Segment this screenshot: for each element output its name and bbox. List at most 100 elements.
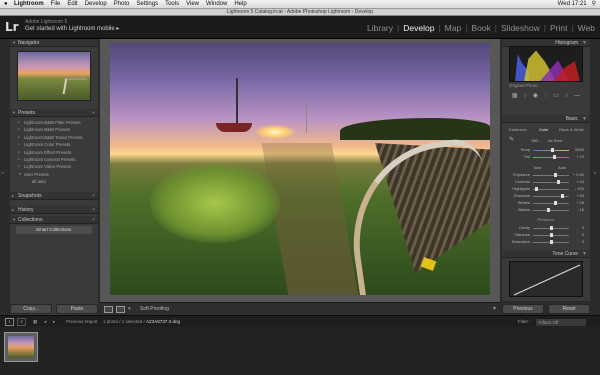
preset-item[interactable]: all auto	[10, 178, 98, 185]
slider-track[interactable]	[533, 201, 569, 205]
slider-value[interactable]: - 16	[572, 207, 584, 213]
original-photo-label[interactable]: Original Photo	[509, 83, 538, 88]
slider-knob[interactable]	[551, 148, 554, 152]
slider-knob[interactable]	[534, 187, 538, 191]
slider-knob[interactable]	[554, 201, 558, 205]
module-map[interactable]: Map	[445, 23, 462, 33]
module-print[interactable]: Print	[550, 23, 567, 33]
preset-folder[interactable]: ▼ User Presets	[10, 171, 98, 178]
slider-row[interactable]: Vibrance 0	[508, 232, 584, 238]
eyedropper-icon[interactable]: ✎	[509, 137, 514, 143]
slider-knob[interactable]	[554, 173, 558, 177]
slider-knob[interactable]	[550, 226, 553, 230]
snapshots-header[interactable]: ▸ Snapshots +	[10, 191, 98, 200]
spot-removal-icon[interactable]: ◉	[533, 92, 538, 99]
temp-slider[interactable]: Temp 5500	[508, 147, 584, 153]
treatment-color[interactable]: Color	[539, 127, 549, 132]
before-after-icon[interactable]	[116, 306, 125, 313]
radial-filter-icon[interactable]: ○	[565, 93, 569, 99]
red-eye-icon[interactable]: ◌	[544, 93, 548, 99]
wb-value[interactable]: As Shot	[548, 138, 562, 144]
slider-value[interactable]: 0	[572, 232, 584, 238]
history-header[interactable]: ▸ History ×	[10, 205, 98, 214]
slider-knob[interactable]	[550, 233, 553, 237]
crop-icon[interactable]: ○	[523, 93, 527, 99]
slider-track[interactable]	[533, 173, 569, 177]
module-book[interactable]: Book	[471, 23, 490, 33]
slider-knob[interactable]	[560, 194, 564, 198]
close-icon[interactable]: ×	[92, 206, 95, 214]
slider-value[interactable]: 0	[572, 239, 584, 245]
preset-folder[interactable]: ▸ Lightroom B&W Presets	[10, 126, 98, 133]
page-1-button[interactable]: 1	[5, 318, 14, 326]
slider-row[interactable]: Blacks - 16	[508, 207, 584, 213]
plus-icon[interactable]: +	[92, 192, 95, 200]
basic-header[interactable]: Basic ▼	[502, 115, 590, 123]
collections-header[interactable]: ▼ Collections +	[10, 215, 98, 224]
filter-dropdown[interactable]: Filters Off	[536, 319, 586, 326]
apple-icon[interactable]: ●	[4, 0, 8, 9]
menu-tools[interactable]: Tools	[165, 0, 179, 9]
smart-collections-item[interactable]: Smart Collections	[16, 225, 92, 234]
chevron-down-icon[interactable]: ▾	[128, 306, 133, 313]
identity-plate[interactable]: Adobe Lightroom 5 Get started with Light…	[25, 19, 119, 33]
slider-knob[interactable]	[556, 180, 560, 184]
slider-row[interactable]: Contrast + 43	[508, 179, 584, 185]
menu-edit[interactable]: Edit	[67, 0, 77, 9]
slider-knob[interactable]	[547, 208, 551, 212]
slider-value[interactable]: 0	[572, 225, 584, 231]
slider-track[interactable]	[533, 226, 569, 230]
adjustment-brush-icon[interactable]: —	[574, 93, 580, 99]
tone-curve-header[interactable]: Tone Curve ▼	[502, 250, 590, 258]
slider-track[interactable]	[533, 233, 569, 237]
tint-slider[interactable]: Tint + 10	[508, 154, 584, 160]
slider-track[interactable]	[533, 148, 569, 152]
module-develop[interactable]: Develop	[403, 23, 434, 33]
slider-row[interactable]: Whites + 26	[508, 200, 584, 206]
slider-value[interactable]: + 26	[572, 200, 584, 206]
copy-button[interactable]: Copy...	[10, 304, 52, 314]
menu-photo[interactable]: Photo	[114, 0, 130, 9]
slider-row[interactable]: Clarity 0	[508, 225, 584, 231]
preset-folder[interactable]: ▸ Lightroom Color Presets	[10, 141, 98, 148]
slider-value[interactable]: 5500	[572, 147, 584, 153]
loupe-view-icon[interactable]	[104, 306, 113, 313]
preset-folder[interactable]: ▸ Lightroom B&W Filter Presets	[10, 119, 98, 126]
menu-view[interactable]: View	[186, 0, 199, 9]
search-icon[interactable]: ⚲	[592, 0, 596, 9]
filmstrip-thumbnail[interactable]	[4, 332, 38, 362]
slider-track[interactable]	[533, 240, 569, 244]
main-photo[interactable]	[110, 43, 490, 295]
slider-track[interactable]	[533, 180, 569, 184]
module-slideshow[interactable]: Slideshow	[501, 23, 540, 33]
reset-button[interactable]: Reset	[548, 304, 590, 314]
menu-help[interactable]: Help	[234, 0, 246, 9]
slider-track[interactable]	[533, 194, 569, 198]
slider-value[interactable]: + 10	[572, 154, 584, 160]
preset-folder[interactable]: ▸ Lightroom General Presets	[10, 156, 98, 163]
slider-value[interactable]: + 0.60	[572, 172, 584, 178]
presets-header[interactable]: ▼ Presets +	[10, 109, 98, 117]
right-panel-toggle-icon[interactable]: ▸	[594, 170, 599, 176]
menu-develop[interactable]: Develop	[85, 0, 107, 9]
navigator-header[interactable]: ▼ Navigator	[10, 39, 98, 47]
menu-window[interactable]: Window	[206, 0, 227, 9]
graduated-filter-icon[interactable]: ▭	[553, 92, 559, 99]
slider-row[interactable]: Exposure + 0.60	[508, 172, 584, 178]
clock[interactable]: Wed 17:21	[558, 0, 587, 9]
slider-row[interactable]: Shadows + 63	[508, 193, 584, 199]
plus-icon[interactable]: +	[92, 216, 95, 224]
menu-lightroom[interactable]: Lightroom	[14, 0, 44, 9]
module-library[interactable]: Library	[367, 23, 393, 33]
left-panel-toggle-icon[interactable]: ◂	[1, 170, 6, 176]
slider-track[interactable]	[533, 208, 569, 212]
auto-button[interactable]: Auto	[558, 165, 566, 171]
slider-value[interactable]: + 63	[572, 193, 584, 199]
plus-icon[interactable]: +	[92, 109, 95, 117]
tone-curve-graph[interactable]	[509, 261, 583, 297]
menu-settings[interactable]: Settings	[136, 0, 158, 9]
grid-icon[interactable]: ▦	[512, 92, 518, 99]
slider-knob[interactable]	[550, 240, 553, 244]
treatment-bw[interactable]: Black & White	[559, 127, 584, 132]
histogram-display[interactable]	[509, 46, 583, 82]
